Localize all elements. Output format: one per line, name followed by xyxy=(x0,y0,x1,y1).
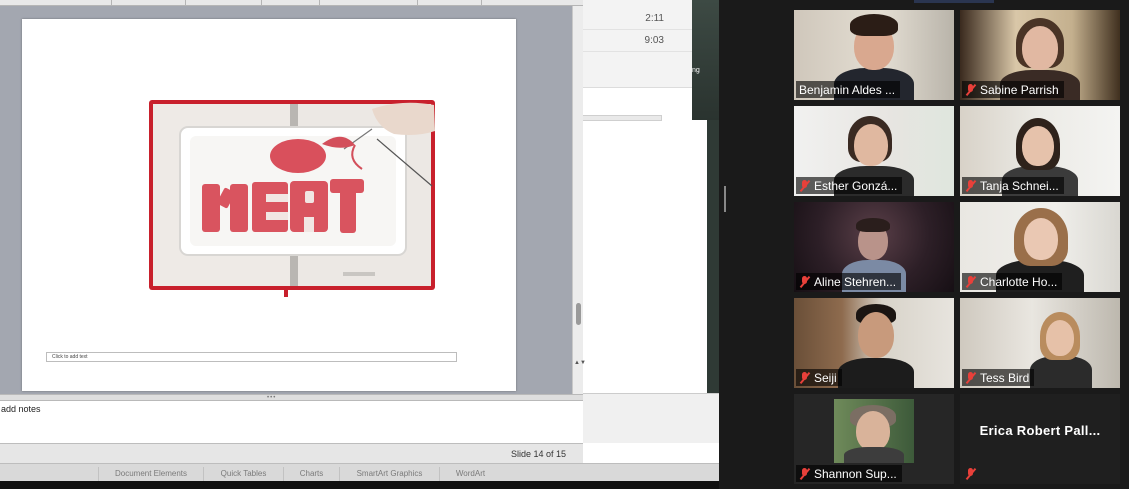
ribbon-bar: Document Elements Quick Tables Charts Sm… xyxy=(0,463,719,481)
yarn-ball xyxy=(270,139,326,173)
microphone-muted-icon xyxy=(965,179,977,193)
participant-nameplate: Tess Bird xyxy=(962,369,1035,386)
tab[interactable] xyxy=(112,0,186,5)
participant-name-large: Erica Robert Pall... xyxy=(979,423,1101,438)
microphone-muted-icon xyxy=(799,179,811,193)
participant-name: Shannon Sup... xyxy=(814,466,897,481)
video-tile[interactable]: Esther Gonzá... xyxy=(794,106,954,196)
scroll-thumb[interactable] xyxy=(576,303,581,325)
participant-nameplate: Sabine Parrish xyxy=(962,81,1064,98)
microphone-muted-icon xyxy=(799,275,811,289)
participant-nameplate: Aline Stehren... xyxy=(796,273,902,290)
tab[interactable] xyxy=(320,0,418,5)
row-time: 9:03 xyxy=(644,35,664,46)
bookmark-ribbon xyxy=(284,287,288,297)
participant-nameplate: Esther Gonzá... xyxy=(796,177,903,194)
participant-nameplate: Seiji xyxy=(796,369,842,386)
microphone-muted-icon xyxy=(965,83,977,97)
ribbon-tab-quick-tables[interactable]: Quick Tables xyxy=(203,467,283,481)
participant-nameplate: Tanja Schnei... xyxy=(962,177,1064,194)
person-head xyxy=(1022,126,1054,166)
person-head xyxy=(858,312,894,358)
microphone-muted-icon xyxy=(799,371,811,385)
participant-name: Tess Bird xyxy=(980,370,1030,385)
participant-name: Seiji xyxy=(814,370,837,385)
video-tile[interactable]: Seiji xyxy=(794,298,954,388)
gallery-top-bar xyxy=(914,0,994,3)
bottom-dark-bar xyxy=(0,481,719,489)
background-list-row[interactable]: 2:11 xyxy=(582,8,692,30)
ribbon-tab-smartart[interactable]: SmartArt Graphics xyxy=(339,467,439,481)
participant-nameplate: Charlotte Ho... xyxy=(962,273,1063,290)
participant-nameplate: Benjamin Aldes ... xyxy=(796,81,901,98)
participant-nameplate: Shannon Sup... xyxy=(796,465,902,482)
participant-name: Sabine Parrish xyxy=(980,82,1059,97)
background-bottom-panel xyxy=(582,393,719,443)
slide-image xyxy=(149,100,435,297)
video-tile[interactable]: Benjamin Aldes ... xyxy=(794,10,954,100)
participant-name: Tanja Schnei... xyxy=(980,178,1059,193)
slide-canvas: Click to add text xyxy=(0,6,572,394)
zoom-gallery: Benjamin Aldes ... Sabine Parrish Esther… xyxy=(719,0,1129,489)
background-dark-strip xyxy=(707,120,719,393)
resize-handle[interactable] xyxy=(724,186,726,212)
person-hair xyxy=(850,14,898,36)
participant-name: Aline Stehren... xyxy=(814,274,897,289)
participant-name: Benjamin Aldes ... xyxy=(799,82,896,97)
microphone-muted-icon xyxy=(965,371,977,385)
video-tile[interactable]: Charlotte Ho... xyxy=(960,202,1120,292)
person-head xyxy=(1022,26,1058,70)
person-head xyxy=(854,124,888,166)
background-input-bar xyxy=(582,115,662,121)
person-body xyxy=(838,358,914,388)
background-list-row[interactable]: 9:03 xyxy=(582,30,692,52)
participant-nameplate xyxy=(962,465,981,482)
slide-counter: Slide 14 of 15 xyxy=(510,449,566,459)
notes-pane[interactable]: add notes xyxy=(0,401,583,443)
video-tile[interactable]: Shannon Sup... xyxy=(794,394,954,484)
person-body xyxy=(1030,356,1092,388)
tab[interactable] xyxy=(262,0,320,5)
participant-name: Charlotte Ho... xyxy=(980,274,1058,289)
notes-splitter[interactable]: ••• xyxy=(0,394,583,401)
page-caption xyxy=(343,272,375,276)
microphone-muted-icon xyxy=(799,467,811,481)
microphone-muted-icon xyxy=(965,275,977,289)
microphone-muted-icon xyxy=(965,467,977,481)
slide[interactable]: Click to add text xyxy=(22,19,516,391)
video-tile[interactable]: Tess Bird xyxy=(960,298,1120,388)
tab[interactable] xyxy=(0,0,112,5)
slide-text-placeholder[interactable]: Click to add text xyxy=(46,352,457,362)
participant-name: Esther Gonzá... xyxy=(814,178,898,193)
row-time: 2:11 xyxy=(645,13,664,24)
ribbon-tab-charts[interactable]: Charts xyxy=(283,467,339,481)
background-side-text: ng xyxy=(692,67,700,74)
notes-placeholder: add notes xyxy=(1,404,41,414)
tab[interactable] xyxy=(418,0,482,5)
status-bar: Slide 14 of 15 xyxy=(0,443,583,463)
prev-next-slide-arrows-icon[interactable]: ▲▼ xyxy=(574,360,586,381)
ribbon-tab-wordart[interactable]: WordArt xyxy=(439,467,501,481)
background-dark-panel xyxy=(692,0,719,120)
video-tile[interactable]: Erica Robert Pall... xyxy=(960,394,1120,484)
ribbon-tab-document-elements[interactable]: Document Elements xyxy=(98,467,203,481)
screen: 2:11 9:03 ng Document Elements Quick Tab… xyxy=(0,0,1129,489)
person-head xyxy=(1024,218,1058,260)
participant-photo xyxy=(834,399,914,463)
video-tile[interactable]: Aline Stehren... xyxy=(794,202,954,292)
person-head xyxy=(1046,320,1074,356)
person-hair xyxy=(856,218,890,232)
video-tile[interactable]: Tanja Schnei... xyxy=(960,106,1120,196)
presentation-window: Click to add text ▲▼ ••• add notes Slide… xyxy=(0,0,586,463)
vertical-scrollbar[interactable]: ▲▼ xyxy=(572,6,586,394)
video-tile[interactable]: Sabine Parrish xyxy=(960,10,1120,100)
tab[interactable] xyxy=(186,0,262,5)
